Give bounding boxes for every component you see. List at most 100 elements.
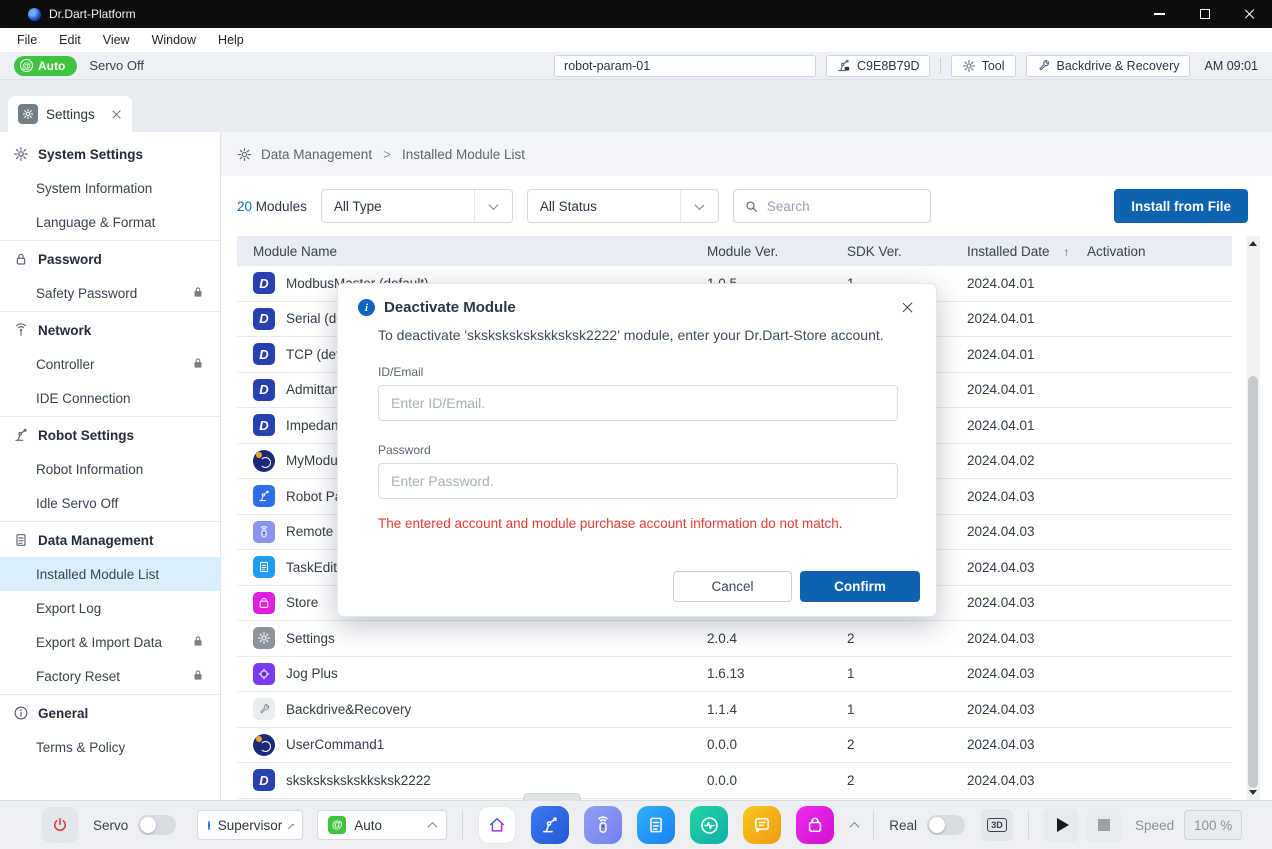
remote-control-module-icon (253, 521, 275, 543)
table-row[interactable]: skskskskskskksksk2222 0.0.0 2 2024.04.03 (237, 763, 1232, 799)
sidebar-item-system-information[interactable]: System Information (0, 171, 220, 205)
taskbar-divider (462, 811, 463, 839)
menu-edit[interactable]: Edit (48, 33, 92, 47)
menu-help[interactable]: Help (207, 33, 255, 47)
close-button[interactable] (1227, 0, 1272, 28)
power-icon (51, 816, 69, 834)
breadcrumb-parent[interactable]: Data Management (261, 147, 372, 162)
dock-monitoring-icon[interactable] (690, 806, 728, 844)
dock-collapse-icon[interactable] (850, 821, 860, 831)
real-toggle[interactable] (927, 815, 965, 835)
role-select[interactable]: Supervisor (197, 810, 303, 840)
speed-label: Speed (1135, 818, 1174, 833)
lock-icon (13, 251, 29, 267)
3d-view-button[interactable] (981, 809, 1013, 841)
breadcrumb: Data Management > Installed Module List (221, 132, 1272, 176)
mode-select[interactable]: Auto (317, 810, 447, 840)
minimize-button[interactable] (1137, 0, 1182, 28)
dialog-message: To deactivate 'skskskskskskksksk2222' mo… (378, 323, 912, 349)
password-field[interactable] (378, 463, 898, 499)
table-header: Module Name Module Ver. SDK Ver. Install… (237, 236, 1232, 266)
app-dock (478, 806, 834, 844)
error-message: The entered account and module purchase … (378, 516, 896, 532)
sidebar-item-robot-information[interactable]: Robot Information (0, 452, 220, 486)
sidebar-item-safety-password[interactable]: Safety Password (0, 276, 220, 310)
sidebar-item-idle-servo-off[interactable]: Idle Servo Off (0, 486, 220, 520)
power-button[interactable] (42, 807, 78, 843)
maximize-button[interactable] (1182, 0, 1227, 28)
module-count: 20 Modules (237, 199, 307, 214)
taskbar-handle[interactable] (523, 793, 581, 801)
sidebar-section-data-management[interactable]: Data Management (0, 523, 220, 557)
sidebar-item-controller[interactable]: Controller (0, 347, 220, 381)
cancel-button[interactable]: Cancel (673, 571, 792, 602)
table-row[interactable]: UserCommand1 0.0.0 2 2024.04.03 (237, 728, 1232, 764)
sidebar-item-export-log[interactable]: Export Log (0, 591, 220, 625)
sidebar-item-language-format[interactable]: Language & Format (0, 205, 220, 239)
sort-ascending-icon[interactable]: ↑ (1063, 245, 1069, 259)
confirm-button[interactable]: Confirm (800, 571, 920, 602)
robot-icon (13, 427, 29, 443)
menu-file[interactable]: File (6, 33, 48, 47)
chevron-down-icon (474, 190, 512, 222)
document-icon (13, 532, 29, 548)
type-filter-select[interactable]: All Type (321, 189, 513, 223)
auto-mode-badge: Auto (14, 56, 77, 76)
sidebar-section-robot-settings[interactable]: Robot Settings (0, 418, 220, 452)
dock-robot-params-icon[interactable] (531, 806, 569, 844)
dialog-close-icon[interactable] (901, 301, 914, 314)
auto-icon (20, 59, 33, 72)
sidebar-item-installed-module-list[interactable]: Installed Module List (0, 557, 220, 591)
col-sdk-ver[interactable]: SDK Ver. (847, 244, 967, 259)
sidebar-item-terms-policy[interactable]: Terms & Policy (0, 730, 220, 764)
locked-icon (191, 668, 205, 685)
search-input[interactable] (767, 199, 920, 214)
sidebar-item-export-import-data[interactable]: Export & Import Data (0, 625, 220, 659)
tab-close-icon[interactable] (111, 109, 122, 120)
tool-button[interactable]: Tool (951, 55, 1016, 77)
status-filter-select[interactable]: All Status (527, 189, 719, 223)
backdrive-recovery-button[interactable]: Backdrive & Recovery (1026, 55, 1191, 77)
menu-view[interactable]: View (92, 33, 141, 47)
col-installed-date[interactable]: Installed Date ↑ (967, 244, 1087, 259)
speed-value[interactable]: 100 % (1184, 810, 1242, 840)
id-email-field[interactable] (378, 385, 898, 421)
table-row[interactable]: Settings 2.0.4 2 2024.04.03 (237, 621, 1232, 657)
app-logo-icon (28, 8, 41, 21)
col-module-name[interactable]: Module Name (237, 244, 707, 259)
sidebar-section-general[interactable]: General (0, 696, 220, 730)
dock-remote-control-icon[interactable] (584, 806, 622, 844)
scroll-down-icon[interactable] (1249, 790, 1257, 795)
search-icon (744, 199, 759, 214)
password-label: Password (378, 443, 936, 457)
tab-settings[interactable]: Settings (8, 96, 132, 132)
sidebar-section-password[interactable]: Password (0, 242, 220, 276)
dock-log-icon[interactable] (743, 806, 781, 844)
servo-toggle[interactable] (138, 815, 176, 835)
table-row[interactable]: Backdrive&Recovery 1.1.4 1 2024.04.03 (237, 692, 1232, 728)
dock-task-editor-icon[interactable] (637, 806, 675, 844)
col-module-ver[interactable]: Module Ver. (707, 244, 847, 259)
sidebar-item-ide-connection[interactable]: IDE Connection (0, 381, 220, 415)
robot-serial-badge[interactable]: C9E8B79D (826, 55, 930, 77)
dock-home-icon[interactable] (478, 806, 516, 844)
table-row[interactable]: Jog Plus 1.6.13 1 2024.04.03 (237, 657, 1232, 693)
stop-button[interactable] (1087, 808, 1121, 842)
sidebar-section-system-settings[interactable]: System Settings (0, 137, 220, 171)
jog-plus-module-icon (253, 663, 275, 685)
install-from-file-button[interactable]: Install from File (1114, 189, 1248, 223)
col-activation[interactable]: Activation (1087, 244, 1182, 259)
locked-icon (191, 634, 205, 651)
menu-window[interactable]: Window (141, 33, 207, 47)
sidebar-section-network[interactable]: Network (0, 313, 220, 347)
dock-store-icon[interactable] (796, 806, 834, 844)
locked-icon (191, 285, 205, 302)
scroll-up-icon[interactable] (1249, 241, 1257, 246)
table-scrollbar[interactable] (1246, 236, 1260, 800)
play-button[interactable] (1044, 808, 1078, 842)
scrollbar-thumb[interactable] (1248, 376, 1258, 788)
robot-param-input[interactable] (554, 55, 816, 77)
dart-module-icon (253, 414, 275, 436)
sidebar-item-factory-reset[interactable]: Factory Reset (0, 659, 220, 693)
backdrive-module-icon (253, 698, 275, 720)
